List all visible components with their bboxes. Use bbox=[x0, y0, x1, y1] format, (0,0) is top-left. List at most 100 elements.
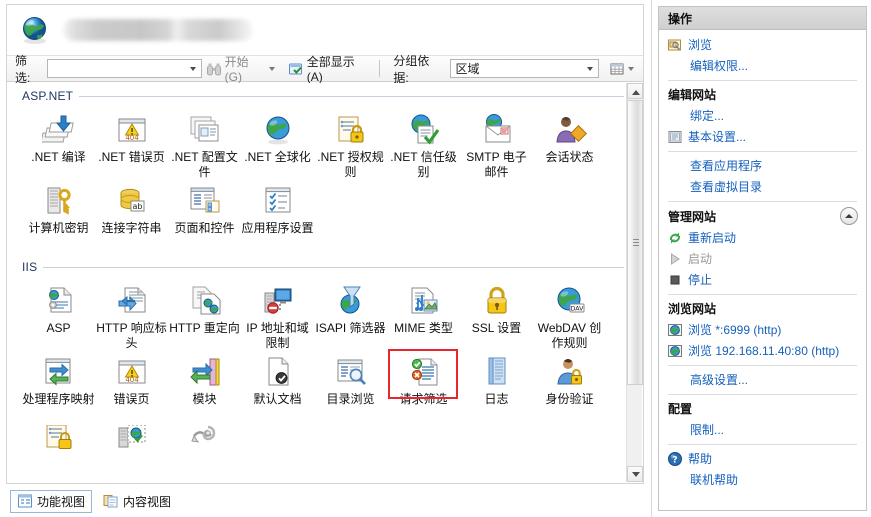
action-help[interactable]: ? 帮助 bbox=[659, 448, 866, 469]
authentication-icon bbox=[553, 355, 587, 389]
feature-request-filtering[interactable]: 请求筛选 bbox=[387, 349, 460, 421]
feature-net-trust-levels[interactable]: .NET 信任级别 bbox=[387, 109, 460, 180]
grid-view-icon bbox=[609, 61, 625, 77]
scroll-up-button[interactable] bbox=[627, 83, 643, 99]
feature-label: ISAPI 筛选器 bbox=[315, 321, 386, 335]
site-title-row bbox=[7, 5, 643, 55]
feature-modules[interactable]: 模块 bbox=[168, 351, 241, 421]
feature-webdav-authoring-rules[interactable]: DAV WebDAV 创作规则 bbox=[533, 280, 606, 351]
action-stop[interactable]: 停止 bbox=[659, 269, 866, 290]
group-by-label: 分组依据: bbox=[393, 53, 430, 85]
feature-logging[interactable]: 日志 bbox=[460, 351, 533, 421]
feature-application-settings[interactable]: 应用程序设置 bbox=[241, 180, 314, 250]
feature-http-redirect[interactable]: HTTP 重定向 bbox=[168, 280, 241, 351]
feature-authentication[interactable]: 身份验证 bbox=[533, 351, 606, 421]
features-pane-frame: 筛选: 开始(G) 全部显示(A) 分组依据: 区域 ASP.NET .NET … bbox=[6, 4, 644, 484]
net-compilation-icon bbox=[40, 113, 76, 147]
features-pane: 筛选: 开始(G) 全部显示(A) 分组依据: 区域 ASP.NET .NET … bbox=[0, 0, 650, 517]
feature-isapi-filters[interactable]: ISAPI 筛选器 bbox=[314, 280, 387, 351]
feature-pages-and-controls[interactable]: 页面和控件 bbox=[168, 180, 241, 250]
chevron-down-icon bbox=[587, 66, 593, 71]
feature-label: 连接字符串 bbox=[101, 221, 162, 235]
help-icon: ? bbox=[667, 451, 683, 467]
features-scrollbar[interactable] bbox=[626, 83, 643, 482]
feature-smtp-email[interactable]: SMTP 电子邮件 bbox=[460, 109, 533, 180]
show-all-button[interactable]: 全部显示(A) bbox=[284, 55, 375, 84]
chevron-up-icon[interactable] bbox=[840, 207, 858, 225]
svg-text:404: 404 bbox=[125, 134, 139, 142]
group-by-select[interactable]: 区域 bbox=[449, 59, 599, 78]
tab-content-view[interactable]: 内容视图 bbox=[96, 490, 178, 513]
directory-browsing-icon bbox=[334, 355, 368, 389]
feature-handler-mappings[interactable]: 处理程序映射 bbox=[22, 351, 95, 421]
action-label: 绑定... bbox=[690, 109, 725, 123]
action-browse-ip[interactable]: 浏览 192.168.11.40:80 (http) bbox=[659, 340, 866, 361]
action-basic-settings[interactable]: 基本设置... bbox=[659, 126, 866, 147]
start-play-icon bbox=[667, 251, 683, 267]
feature-ssl-settings[interactable]: SSL 设置 bbox=[460, 280, 533, 351]
error-pages-404-icon: 404 bbox=[115, 355, 149, 389]
chevron-up-icon bbox=[632, 90, 640, 95]
chevron-down-icon bbox=[268, 66, 275, 71]
actions-section-manage-site: 管理网站 bbox=[659, 205, 866, 227]
action-view-virtual-directories[interactable]: 查看虚拟目录 bbox=[659, 176, 866, 197]
connection-strings-db-icon: ab bbox=[115, 184, 149, 218]
action-limits[interactable]: 限制... bbox=[659, 419, 866, 440]
feature-net-profile[interactable]: .NET 配置文件 bbox=[168, 109, 241, 180]
scrollbar-thumb[interactable] bbox=[627, 100, 643, 385]
section-label: 管理网站 bbox=[668, 209, 717, 224]
action-view-applications[interactable]: 查看应用程序 bbox=[659, 155, 866, 176]
feature-server-certificates-partial[interactable] bbox=[95, 421, 168, 462]
actions-divider bbox=[668, 201, 857, 202]
view-mode-button[interactable] bbox=[605, 58, 643, 79]
action-bindings[interactable]: 绑定... bbox=[659, 105, 866, 126]
feature-label: 错误页 bbox=[113, 392, 150, 406]
chevron-down-icon bbox=[628, 66, 634, 71]
feature-directory-browsing[interactable]: 目录浏览 bbox=[314, 351, 387, 421]
feature-net-compilation[interactable]: .NET 编译 bbox=[22, 109, 95, 180]
feature-error-pages[interactable]: 404 错误页 bbox=[95, 351, 168, 421]
browse-globe-icon bbox=[667, 343, 683, 359]
session-state-person-icon bbox=[553, 113, 587, 147]
feature-label: SMTP 电子邮件 bbox=[466, 150, 527, 179]
scroll-down-button[interactable] bbox=[627, 466, 643, 482]
actions-list: 浏览 编辑权限... 编辑网站 绑定... 基本设置... 查看应用程序 查看虚… bbox=[659, 30, 866, 490]
feature-net-error-pages[interactable]: 404 .NET 错误页 bbox=[95, 109, 168, 180]
svg-text:ab: ab bbox=[132, 202, 142, 211]
action-online-help[interactable]: 联机帮助 bbox=[659, 469, 866, 490]
feature-asp[interactable]: ASP bbox=[22, 280, 95, 351]
feature-label: 日志 bbox=[484, 392, 509, 406]
feature-ip-address-domain-restrictions[interactable]: IP 地址和域限制 bbox=[241, 280, 314, 351]
start-filter-button[interactable]: 开始(G) bbox=[202, 55, 284, 84]
asp-icon bbox=[42, 284, 76, 318]
tab-features-view[interactable]: 功能视图 bbox=[10, 489, 93, 513]
group-header-aspnet: ASP.NET bbox=[22, 89, 624, 103]
ip-address-domain-restrictions-icon bbox=[261, 284, 295, 318]
filter-input[interactable] bbox=[47, 59, 202, 78]
request-filtering-icon bbox=[407, 355, 441, 389]
feature-default-document[interactable]: 默认文档 bbox=[241, 351, 314, 421]
feature-authorization-rules-partial[interactable] bbox=[22, 421, 95, 462]
feature-connection-strings[interactable]: ab 连接字符串 bbox=[95, 180, 168, 250]
feature-net-authorization-rules[interactable]: .NET 授权规则 bbox=[314, 109, 387, 180]
action-restart[interactable]: 重新启动 bbox=[659, 227, 866, 248]
action-edit-permissions[interactable]: 编辑权限... bbox=[659, 55, 866, 76]
action-browse-6999[interactable]: 浏览 *:6999 (http) bbox=[659, 319, 866, 340]
feature-label: 身份验证 bbox=[545, 392, 594, 406]
actions-divider bbox=[668, 444, 857, 445]
logging-icon bbox=[480, 355, 514, 389]
action-browse[interactable]: 浏览 bbox=[659, 34, 866, 55]
feature-machine-key[interactable]: 计算机密钥 bbox=[22, 180, 95, 250]
feature-http-response-headers[interactable]: HTTP 响应标头 bbox=[95, 280, 168, 351]
feature-session-state[interactable]: 会话状态 bbox=[533, 109, 606, 180]
feature-net-globalization[interactable]: .NET 全球化 bbox=[241, 109, 314, 180]
actions-pane: 操作 浏览 编辑权限... 编辑网站 绑定... 基本设置... 查看应用程序 … bbox=[655, 0, 871, 517]
toolbar-divider bbox=[379, 60, 381, 77]
feature-label: 计算机密钥 bbox=[28, 221, 89, 235]
action-label: 基本设置... bbox=[688, 130, 747, 144]
action-label: 高级设置... bbox=[690, 373, 749, 387]
feature-delegation-partial[interactable] bbox=[168, 421, 241, 462]
action-advanced-settings[interactable]: 高级设置... bbox=[659, 369, 866, 390]
feature-label: .NET 授权规则 bbox=[317, 150, 384, 179]
feature-mime-types[interactable]: MIME 类型 bbox=[387, 280, 460, 351]
